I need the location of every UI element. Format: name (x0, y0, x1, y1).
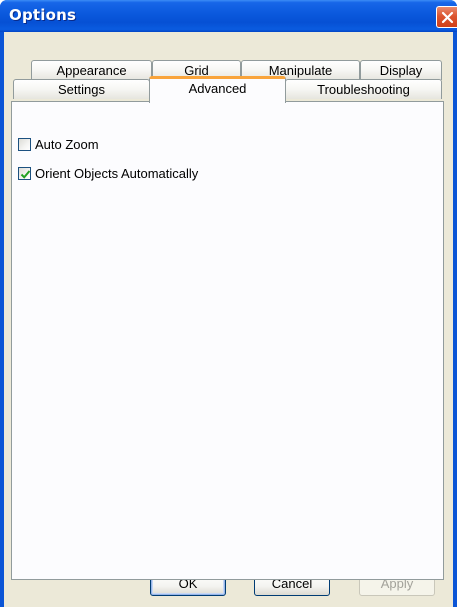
tab-display[interactable]: Display (360, 60, 442, 80)
dialog-body: Appearance Grid Manipulate Display Setti… (4, 32, 453, 607)
options-dialog: Options Appearance Grid Manipulate Displ… (0, 0, 457, 607)
window-title: Options (9, 6, 77, 24)
advanced-panel: Auto Zoom Orient Objects Automatically (11, 101, 444, 580)
tab-control: Appearance Grid Manipulate Display Setti… (11, 60, 444, 580)
tab-troubleshooting[interactable]: Troubleshooting (285, 79, 442, 99)
orient-objects-label[interactable]: Orient Objects Automatically (35, 166, 198, 181)
tab-advanced[interactable]: Advanced (149, 76, 286, 103)
checkmark-icon (20, 170, 31, 179)
title-bar[interactable]: Options (0, 0, 457, 32)
tab-appearance[interactable]: Appearance (31, 60, 152, 80)
auto-zoom-checkbox[interactable] (18, 138, 31, 151)
orient-objects-checkbox[interactable] (18, 167, 31, 180)
close-icon (441, 11, 454, 24)
close-button[interactable] (436, 6, 457, 28)
tab-settings[interactable]: Settings (13, 79, 150, 99)
auto-zoom-label[interactable]: Auto Zoom (35, 137, 99, 152)
